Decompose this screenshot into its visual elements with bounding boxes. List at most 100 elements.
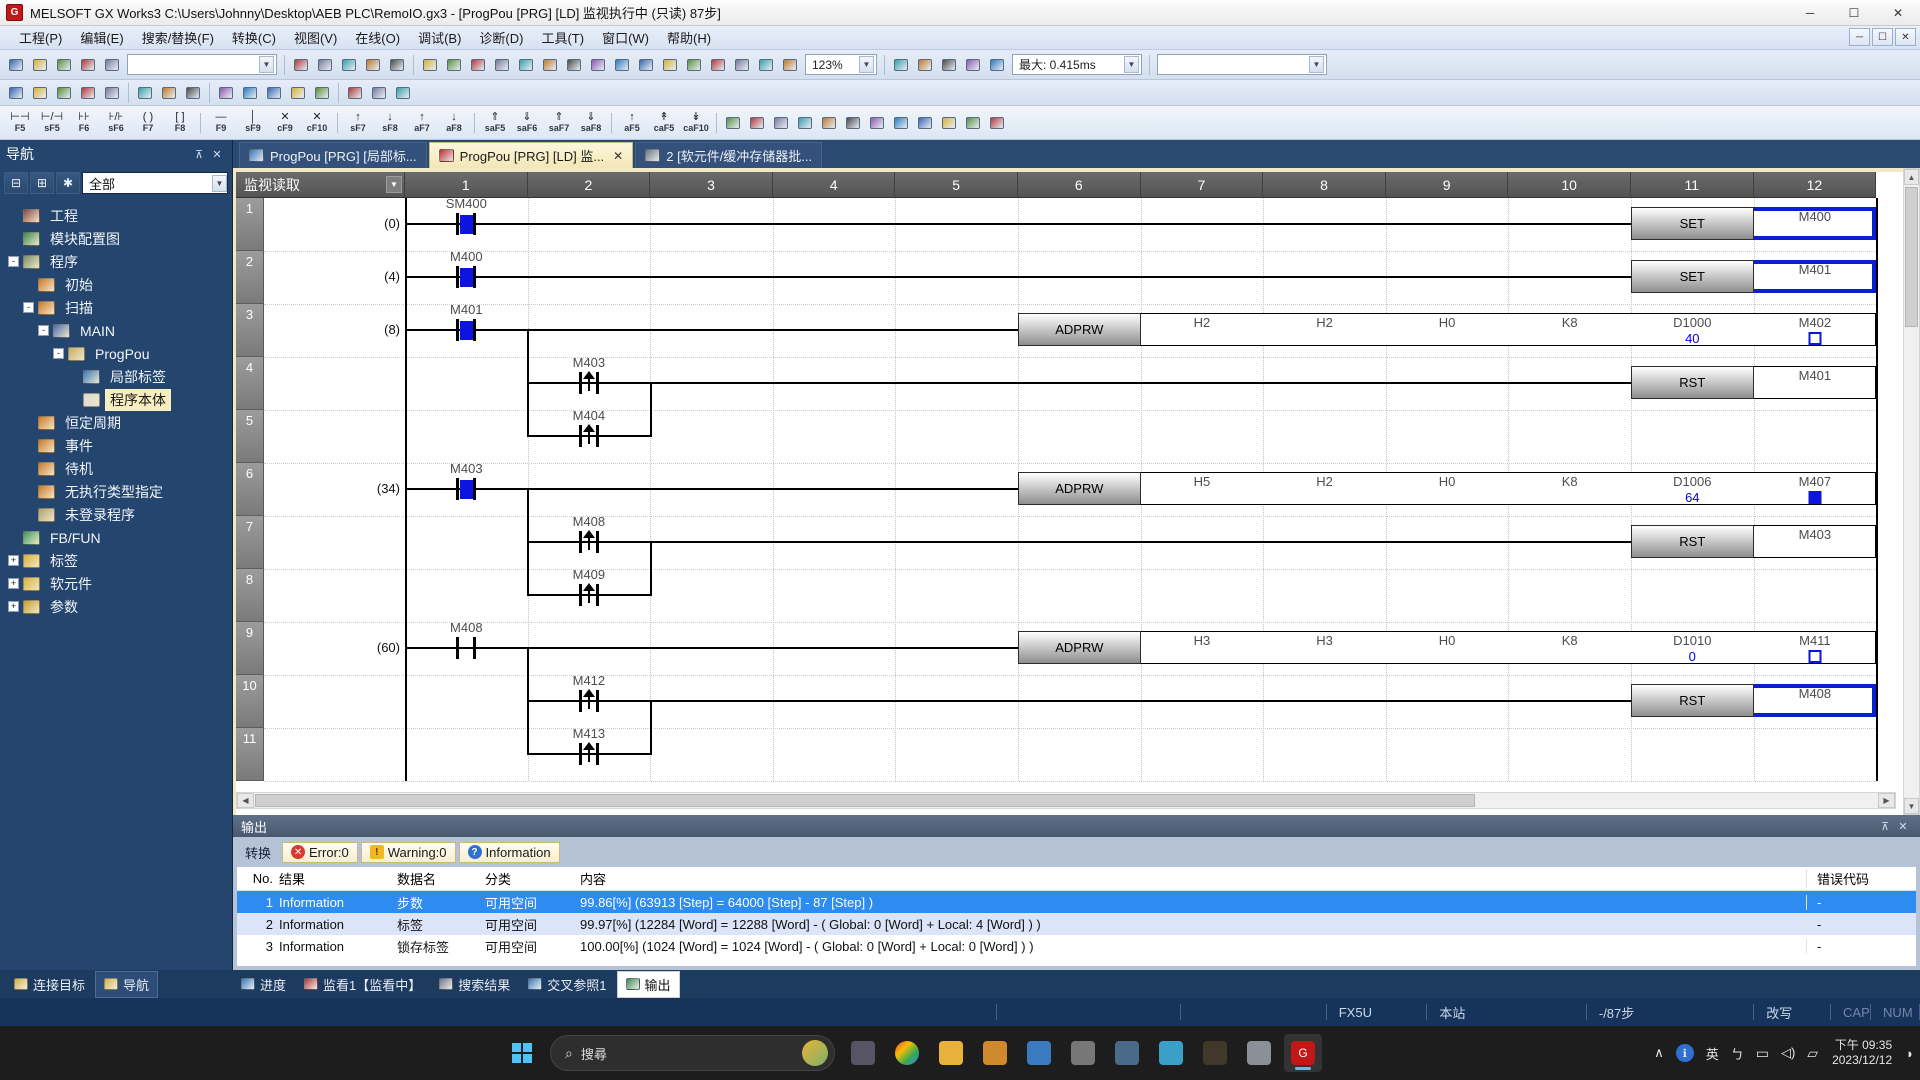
vscroll-thumb[interactable] xyxy=(1905,187,1918,327)
close-icon[interactable]: ✕ xyxy=(1894,818,1912,834)
contact-bar[interactable] xyxy=(473,637,476,659)
build-icon[interactable] xyxy=(344,82,366,104)
scan-time-combobox[interactable]: 最大: 0.415ms▼ xyxy=(1012,54,1142,75)
sidebar-item-事件[interactable]: 事件 xyxy=(0,434,232,457)
help-icon[interactable] xyxy=(101,54,123,76)
sidebar-item-软元件[interactable]: +软元件 xyxy=(0,572,232,595)
chevron-down-icon[interactable]: ▼ xyxy=(859,56,874,73)
ladder-symbol-saF5[interactable]: ⇑saF5 xyxy=(480,109,510,137)
menu-item-4[interactable]: 转换(C) xyxy=(223,25,285,50)
table-row[interactable]: 3Information锁存标签可用空间100.00[%] (1024 [Wor… xyxy=(237,935,1916,957)
instruction-set-M401[interactable]: SET xyxy=(1631,260,1876,293)
io-icon[interactable] xyxy=(311,82,333,104)
check-program-icon[interactable] xyxy=(287,82,309,104)
tab-监看1【监看中】[interactable]: 监看1【监看中】 xyxy=(296,971,429,998)
minimize-button[interactable]: ─ xyxy=(1788,0,1832,26)
run-icon[interactable] xyxy=(914,54,936,76)
grid-view-icon[interactable] xyxy=(101,82,123,104)
inline-st-icon[interactable] xyxy=(722,112,744,134)
sidebar-item-模块配置图[interactable]: 模块配置图 xyxy=(0,227,232,250)
monitor-mode-icon[interactable] xyxy=(938,112,960,134)
notification-bell-icon[interactable]: ◗ xyxy=(1906,1046,1914,1061)
ladder-symbol-caF5[interactable]: ↟caF5 xyxy=(649,109,679,137)
desktop-icon[interactable] xyxy=(844,1034,882,1072)
contact-bar[interactable] xyxy=(579,743,582,765)
ladder-symbol-sF8[interactable]: ↓sF8 xyxy=(375,109,405,137)
paste-icon[interactable] xyxy=(338,54,360,76)
expand-icon[interactable]: + xyxy=(8,578,19,589)
cut-icon[interactable] xyxy=(290,54,312,76)
ladder-symbol-F7[interactable]: ( )F7 xyxy=(133,109,163,137)
tab-连接目标[interactable]: 连接目标 xyxy=(6,971,93,998)
ladder-symbol-sF7[interactable]: ↑sF7 xyxy=(343,109,373,137)
contact-bar[interactable] xyxy=(579,531,582,553)
instruction-rst-M403[interactable]: RST xyxy=(1631,525,1876,558)
monitor-write-icon[interactable] xyxy=(635,54,657,76)
chip-icon[interactable] xyxy=(53,82,75,104)
sidebar-item-标签[interactable]: +标签 xyxy=(0,549,232,572)
watch-start-icon[interactable] xyxy=(539,54,561,76)
gx-works3-icon[interactable]: G xyxy=(1284,1034,1322,1072)
search-device-icon[interactable] xyxy=(392,82,414,104)
menu-item-5[interactable]: 视图(V) xyxy=(285,25,346,50)
filter-warning[interactable]: !Warning:0 xyxy=(361,842,456,863)
store-icon[interactable] xyxy=(1020,1034,1058,1072)
scroll-left-icon[interactable]: ◀ xyxy=(237,793,254,808)
replace-icon[interactable] xyxy=(158,82,180,104)
pin-icon[interactable]: ⊼ xyxy=(1876,818,1894,834)
tab-输出[interactable]: 输出 xyxy=(617,971,680,998)
gear-icon[interactable]: ✱ xyxy=(56,172,80,194)
chevron-down-icon[interactable]: ▼ xyxy=(259,56,274,73)
scroll-right-icon[interactable]: ▶ xyxy=(1878,793,1895,808)
contact-bar[interactable] xyxy=(579,372,582,394)
ladder-symbol-cF9[interactable]: ✕cF9 xyxy=(270,109,300,137)
filter-error[interactable]: ✕Error:0 xyxy=(282,842,358,863)
ladder-symbol-saF7[interactable]: ⇑saF7 xyxy=(544,109,574,137)
nav-filter-dropdown[interactable]: 全部 ▼ xyxy=(82,172,228,194)
note-icon[interactable] xyxy=(818,112,840,134)
menu-item-10[interactable]: 窗口(W) xyxy=(593,25,658,50)
mdi-restore-icon[interactable]: ☐ xyxy=(1872,28,1893,46)
tab-1[interactable]: ProgPou [PRG] [局部标... xyxy=(239,142,427,168)
monitor-write-mode-icon[interactable] xyxy=(962,112,984,134)
contact-bar[interactable] xyxy=(456,478,459,500)
write-mode-icon[interactable] xyxy=(914,112,936,134)
sidebar-item-程序本体[interactable]: 程序本体 xyxy=(0,388,232,411)
ladder-symbol-sF9[interactable]: │sF9 xyxy=(238,109,268,137)
ladder-symbol-sF5[interactable]: ⊢/⊣sF5 xyxy=(37,109,67,137)
sidebar-item-待机[interactable]: 待机 xyxy=(0,457,232,480)
collapse-icon[interactable]: - xyxy=(38,325,49,336)
comment-icon[interactable] xyxy=(770,112,792,134)
battery-icon[interactable]: ▱ xyxy=(1807,1045,1818,1062)
volume-icon[interactable]: ◁) xyxy=(1781,1045,1795,1061)
save-icon[interactable] xyxy=(53,54,75,76)
contact-bar[interactable] xyxy=(596,372,599,394)
current-value-change-icon[interactable] xyxy=(683,54,705,76)
collapse-icon[interactable]: - xyxy=(8,256,19,267)
mdi-minimize-icon[interactable]: ─ xyxy=(1849,28,1870,46)
chart-icon[interactable] xyxy=(1152,1034,1190,1072)
list-view-icon[interactable] xyxy=(77,82,99,104)
sidebar-item-扫描[interactable]: -扫描 xyxy=(0,296,232,319)
project-tree-icon[interactable] xyxy=(5,82,27,104)
ladder-symbol-F5[interactable]: ⊢⊣F5 xyxy=(5,109,35,137)
tool-icon[interactable] xyxy=(1064,1034,1102,1072)
watch-stop-icon[interactable] xyxy=(563,54,585,76)
tree-collapse-icon[interactable]: ⊟ xyxy=(4,172,28,194)
tab-进度[interactable]: 进度 xyxy=(233,971,294,998)
device-batch-monitor-icon[interactable] xyxy=(587,54,609,76)
sidebar-item-未登录程序[interactable]: 未登录程序 xyxy=(0,503,232,526)
ladder-symbol-F8[interactable]: [ ]F8 xyxy=(165,109,195,137)
template-icon[interactable] xyxy=(866,112,888,134)
monitor-start-icon[interactable] xyxy=(491,54,513,76)
monitor-stop-icon[interactable] xyxy=(515,54,537,76)
menu-item-2[interactable]: 编辑(E) xyxy=(71,25,132,50)
read-mode-icon[interactable] xyxy=(890,112,912,134)
chevron-down-icon[interactable]: ▼ xyxy=(212,175,227,192)
verify-icon[interactable] xyxy=(467,54,489,76)
scan-icon[interactable] xyxy=(986,54,1008,76)
zoom-in-icon[interactable] xyxy=(731,54,753,76)
zoom-out-icon[interactable] xyxy=(755,54,777,76)
undo-icon[interactable] xyxy=(362,54,384,76)
search-input[interactable]: ⌕ 搜尋 xyxy=(550,1035,835,1071)
